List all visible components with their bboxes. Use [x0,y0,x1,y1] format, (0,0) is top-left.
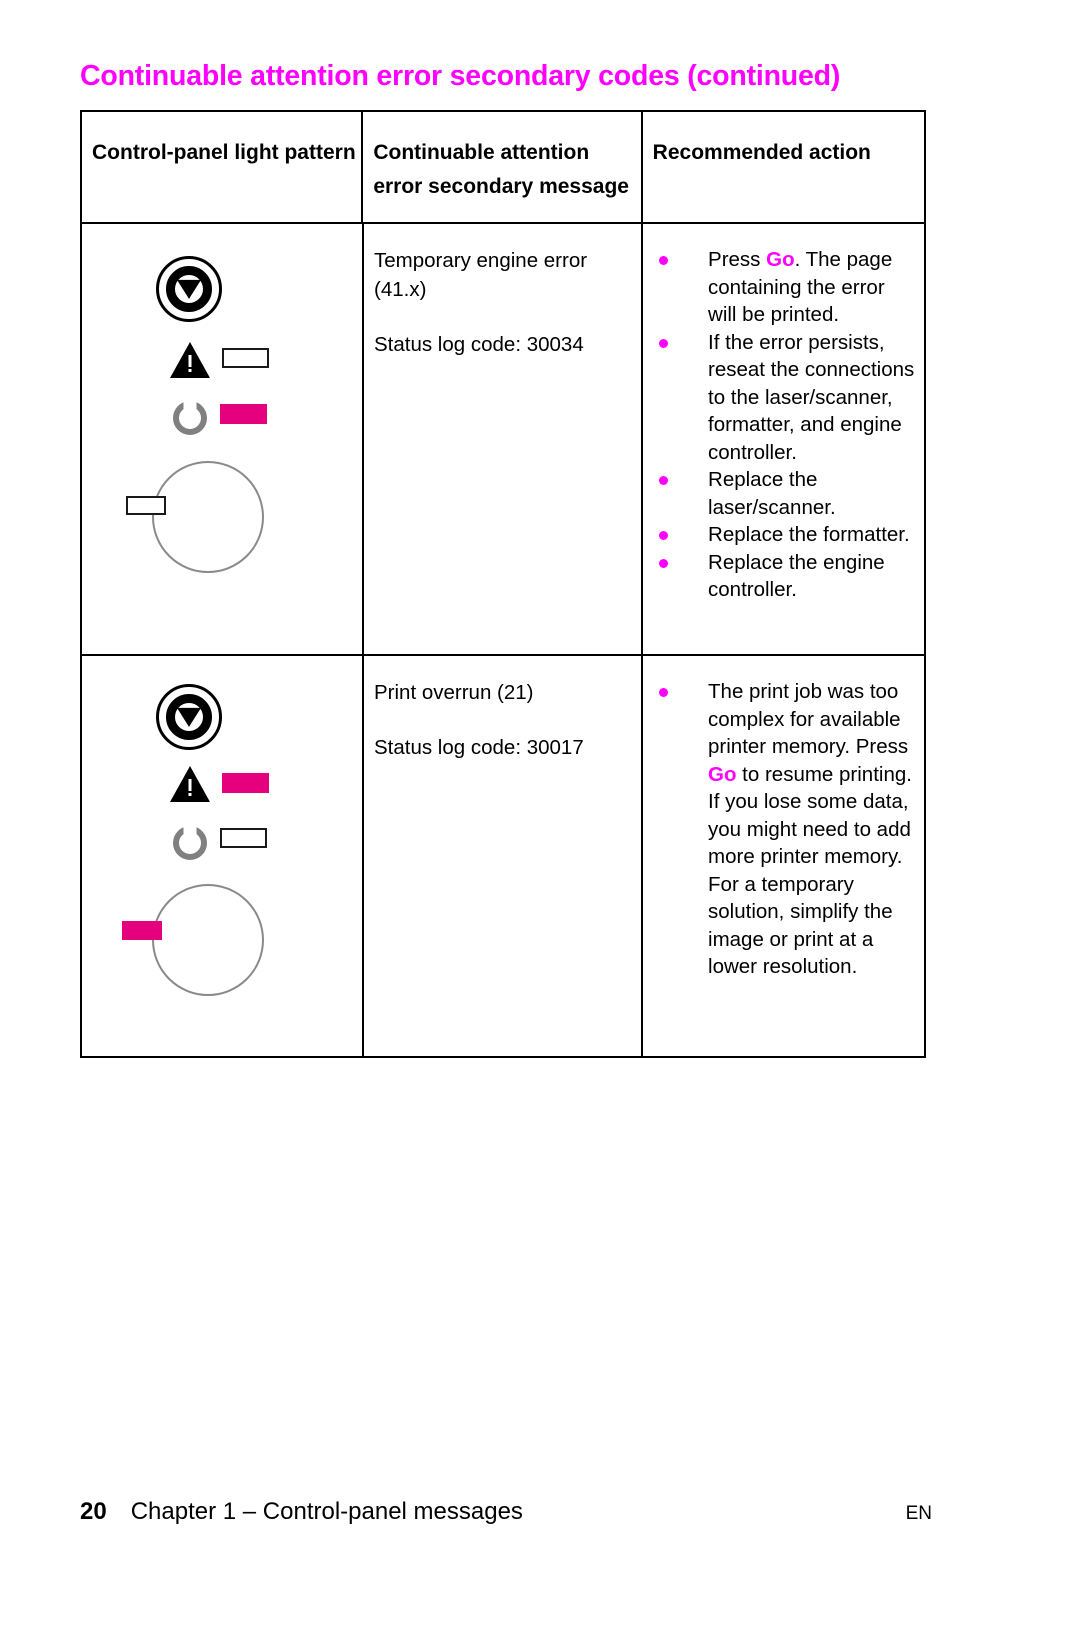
attention-warning-icon [170,766,210,802]
action-bullet-list: Press Go. The page containing the error … [653,246,918,604]
action-text-pre: Replace the engine controller. [708,550,885,602]
light-pattern-cell [82,224,364,654]
control-panel-diagram [82,656,364,1056]
list-item: Replace the formatter. [653,521,918,549]
status-log-code: Status log code: 30017 [374,736,584,759]
recommended-action-cell: The print job was too complex for availa… [643,656,924,1056]
message-line: Print overrun (21) [374,681,534,704]
table-row: Print overrun (21) Status log code: 3001… [82,656,924,1056]
table-row: Temporary engine error (41.x) Status log… [82,224,924,656]
header-cell-light-pattern: Control-panel light pattern [82,112,364,222]
status-log-code: Status log code: 30034 [374,333,584,356]
list-item: The print job was too complex for availa… [653,678,918,981]
bullet-dot-icon [659,338,669,348]
panel-outline-circle [152,461,264,573]
go-button-icon [156,684,222,750]
manual-page: Continuable attention error secondary co… [0,0,1080,1651]
data-light-bar [122,921,162,940]
bullet-dot-icon [659,531,669,540]
attention-light-bar [222,773,269,793]
attention-warning-icon [170,342,210,378]
control-panel-diagram [82,224,364,654]
action-text-pre: Replace the formatter. [708,523,910,546]
go-triangle-icon [177,707,201,727]
go-keyword: Go [708,762,737,786]
go-keyword: Go [766,248,795,271]
list-item: Replace the laser/scanner. [653,466,918,521]
panel-outline-circle [152,884,264,996]
error-codes-table: Control-panel light pattern Continuable … [80,110,926,1058]
table-header-row: Control-panel light pattern Continuable … [82,112,924,224]
footer-chapter-title: Chapter 1 – Control-panel messages [130,1498,523,1525]
light-pattern-cell [82,656,364,1056]
data-light-bar [126,496,166,515]
ready-light-bar [220,828,267,848]
go-button-icon [156,256,222,322]
ready-circle-icon [173,401,207,435]
ready-circle-icon [173,826,207,860]
list-item: Replace the engine controller. [653,549,918,604]
bullet-dot-icon [659,688,669,697]
ready-light-bar [220,404,267,424]
secondary-message-cell: Temporary engine error (41.x) Status log… [364,224,644,654]
header-cell-recommended-action: Recommended action [652,141,871,164]
footer-page-number: 20 [80,1498,107,1525]
list-item: Press Go. The page containing the error … [653,246,918,329]
attention-light-bar [222,348,269,368]
go-triangle-icon [177,279,201,299]
action-text-pre: The print job was too complex for availa… [708,680,909,758]
list-item: If the error persists, reseat the connec… [653,329,918,467]
footer-language-code: EN [905,1503,932,1524]
bullet-dot-icon [659,256,669,265]
action-text-pre: If the error persists, reseat the connec… [708,330,915,464]
page-footer: 20 Chapter 1 – Control-panel messages EN [80,1498,932,1526]
page-title: Continuable attention error secondary co… [80,60,841,92]
action-text-pre: Replace the laser/scanner. [708,468,836,519]
bullet-dot-icon [659,476,669,485]
bullet-dot-icon [659,558,669,568]
header-cell-secondary-message: Continuable attention error secondary me… [363,112,643,222]
action-bullet-list: The print job was too complex for availa… [653,678,918,981]
message-line: Temporary engine error (41.x) [374,249,588,301]
secondary-message-cell: Print overrun (21) Status log code: 3001… [364,656,644,1056]
action-text-post: to resume printing. If you lose some dat… [708,762,912,979]
action-text-pre: Press [708,248,767,271]
recommended-action-cell: Press Go. The page containing the error … [643,224,924,654]
